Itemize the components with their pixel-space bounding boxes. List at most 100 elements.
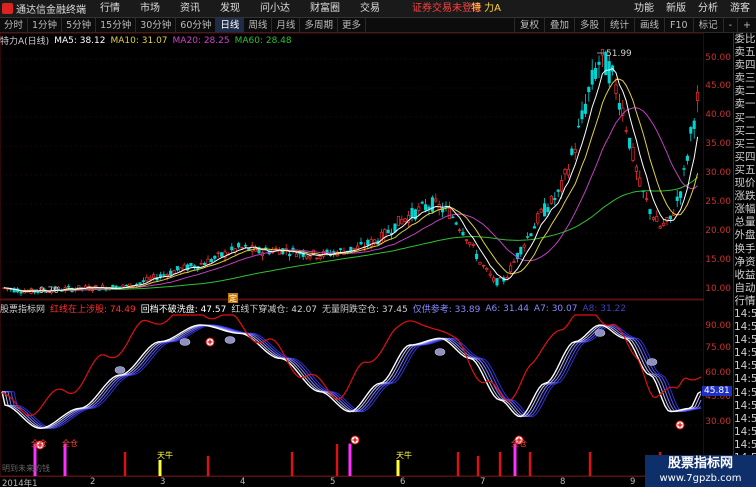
indicator-name[interactable]: 股票指标网	[0, 302, 45, 315]
order-book-row: 总量	[734, 216, 756, 229]
legend-l4: 无量阴跌空仓: 37.45	[322, 305, 408, 315]
candle-body	[485, 267, 489, 270]
signal-bar-red	[123, 452, 127, 476]
order-book-row: 买三	[734, 137, 756, 150]
candle-body	[464, 239, 468, 241]
date-tick: 4	[240, 477, 246, 487]
candle-body	[628, 137, 632, 149]
candle-body	[427, 206, 431, 210]
candle-body	[19, 291, 23, 294]
indicator-bubble	[594, 329, 606, 337]
order-book-row: 卖五	[734, 46, 756, 59]
signal-bar-magenta	[63, 443, 67, 476]
watermark-banner: 股票指标网 www.7gpzb.com	[645, 455, 756, 487]
stock-period-label: 特力A(日线)	[0, 37, 50, 47]
candle-body	[301, 251, 305, 257]
candle-body	[461, 231, 465, 236]
candle-body	[478, 261, 482, 265]
menu-youke[interactable]: 游客	[724, 0, 756, 18]
candle-body	[553, 197, 557, 201]
candle-body	[526, 236, 530, 238]
order-book-row: 卖一	[734, 98, 756, 111]
order-book-row: 卖三	[734, 72, 756, 85]
signal-bar-magenta	[513, 443, 517, 476]
main-legend: 特力A(日线) MA5: 38.12 MA10: 31.07 MA20: 28.…	[0, 34, 297, 48]
order-book-row: 14:5	[734, 373, 756, 386]
candle-body	[505, 276, 509, 279]
candle-body	[614, 84, 618, 94]
sub-tick: 90.00	[705, 321, 731, 331]
order-book-row: 现价	[734, 177, 756, 190]
price-tick: 50.00	[705, 53, 731, 63]
candle-body	[458, 229, 462, 231]
indicator-band-line	[2, 324, 702, 429]
candle-body	[468, 241, 472, 245]
candle-body	[570, 148, 574, 155]
candle-body	[662, 222, 666, 226]
candle-body	[393, 223, 397, 233]
candle-body	[403, 218, 407, 222]
candle-body	[101, 285, 105, 288]
btn-zoom-in[interactable]: +	[737, 18, 756, 33]
order-book-row: 14:5	[734, 334, 756, 347]
candle-body	[532, 226, 536, 229]
high-price-label: 51.99	[606, 49, 632, 59]
order-book-row: 14:5	[734, 347, 756, 360]
order-book-row: 买二	[734, 124, 756, 137]
order-book-row: 涨幅	[734, 203, 756, 216]
indicator-band-line	[2, 324, 702, 429]
order-book-row: 买一	[734, 111, 756, 124]
candle-body	[597, 61, 601, 65]
candle-body	[67, 285, 71, 288]
candle-body	[141, 280, 145, 283]
signal-bar-red	[588, 452, 592, 476]
candle-body	[243, 244, 247, 247]
candle-body	[539, 208, 543, 213]
candle-body	[556, 189, 560, 192]
candle-body	[118, 286, 122, 289]
candle-body	[172, 270, 176, 274]
candle-body	[94, 285, 98, 288]
candle-body	[318, 256, 322, 259]
order-book-row: 14:5	[734, 425, 756, 438]
main-panel-border	[0, 32, 704, 300]
candle-body	[580, 110, 584, 120]
kline-chart[interactable]: 51.99 9.70 定 全仓 全仓 全仓 天牛 天牛 明到未来的钱	[0, 0, 704, 476]
candle-body	[549, 195, 553, 204]
date-tick: 7	[480, 477, 486, 487]
candle-body	[536, 213, 540, 224]
candle-body	[475, 253, 479, 260]
candle-body	[420, 201, 424, 204]
order-book-row: 换手	[734, 242, 756, 255]
legend-l6: A6: 31.44	[485, 303, 529, 314]
candle-body	[152, 274, 156, 279]
legend-l7: A7: 30.07	[533, 303, 578, 314]
candle-body	[481, 264, 485, 267]
candle-body	[213, 255, 217, 259]
tianniu-label-2: 天牛	[396, 450, 412, 460]
ma5-line	[3, 67, 699, 293]
tianniu-label-1: 天牛	[157, 450, 173, 460]
watermark-title: 股票指标网	[667, 456, 733, 471]
signal-bar-yellow	[396, 460, 400, 476]
candle-body	[291, 247, 295, 250]
ma10-legend: MA10: 31.07	[110, 35, 168, 46]
candle-body	[509, 265, 513, 272]
candle-body	[638, 177, 642, 187]
ma20-line	[3, 107, 698, 292]
candle-body	[692, 120, 696, 129]
candle-body	[590, 69, 594, 85]
order-book-row: 外盘	[734, 229, 756, 242]
candle-body	[522, 244, 526, 248]
candle-body	[689, 127, 693, 134]
candle-body	[675, 196, 679, 201]
signal-bar-red	[528, 452, 532, 476]
date-tick: 3	[160, 477, 166, 487]
order-book-row: 14:5	[734, 438, 756, 451]
candle-body	[308, 255, 312, 259]
candle-body	[145, 276, 149, 282]
candle-body	[294, 253, 298, 258]
btn-zoom-out[interactable]: -	[722, 18, 737, 33]
order-book-row: 14:5	[734, 360, 756, 373]
low-price-label: 9.70	[39, 286, 59, 296]
